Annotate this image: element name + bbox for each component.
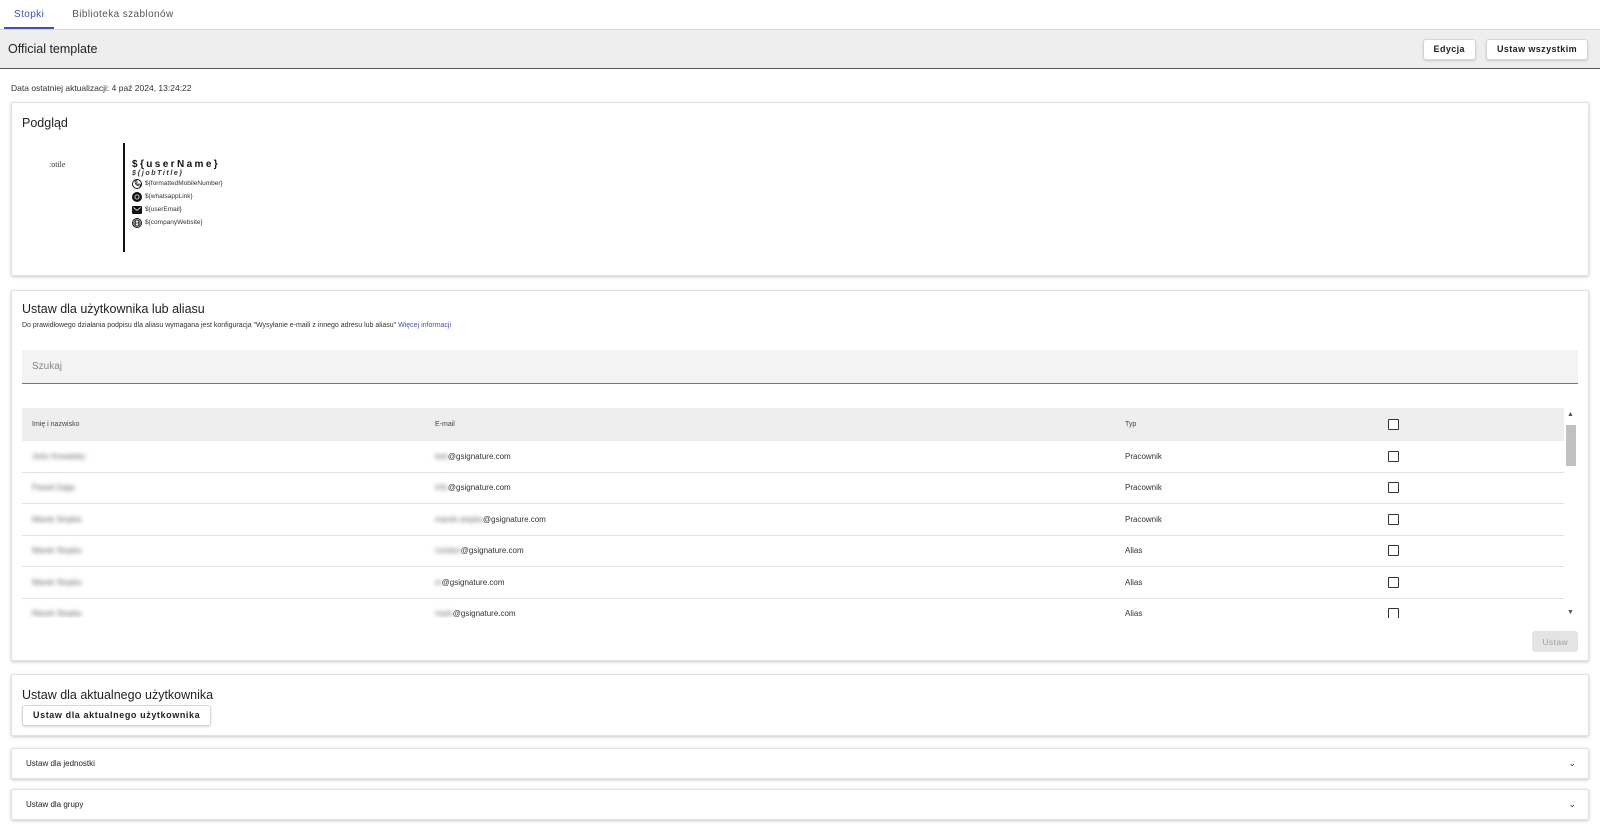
scroll-thumb[interactable] [1566,425,1576,466]
row-type: Alias [1125,609,1143,618]
alias-info-message: Do prawidłowego działania podpisu dla al… [22,322,397,329]
edit-button[interactable]: Edycja [1422,38,1476,60]
row-email-domain: @gsignature.com [447,483,511,493]
signature-name: ${userName} [132,159,221,170]
alias-info-text: Do prawidłowego działania podpisu dla al… [22,322,451,329]
signature-divider [123,143,125,252]
table-row: John Kowalsky test@gsignature.com Pracow… [22,441,1578,473]
select-all-checkbox[interactable] [1388,419,1399,430]
row-checkbox[interactable] [1388,513,1399,525]
row-email-domain: @gsignature.com [452,609,516,618]
set-all-button[interactable]: Ustaw wszystkim [1485,38,1588,60]
row-email-domain: @gsignature.com [447,451,511,461]
table-row: Marek Stopka m@gsignature.com Alias [22,567,1578,599]
row-type: Alias [1125,546,1143,556]
chevron-down-icon: ⌄ [1568,799,1576,809]
row-email-domain: @gsignature.com [483,514,546,524]
table-row: Marek Stopka contact@gsignature.com Alia… [22,536,1578,567]
set-current-user-button[interactable]: Ustaw dla aktualnego użytkownika [22,705,212,726]
row-email: marek.stopka@gsignature.com [435,515,1125,524]
row-email-local: m [435,577,442,587]
row-email: m@gsignature.com [435,578,1125,587]
preview-card: Podgląd ːotile ${userName} ${jobTitle} $… [11,102,1589,276]
row-name: Marek Stopka [32,514,82,524]
signature-phone-text: ${formattedMobileNumber} [145,180,223,187]
signature-job-title: ${jobTitle} [132,170,184,177]
signature-preview: ${userName} ${jobTitle} ${formattedMobil… [132,159,223,229]
column-header-email: E-mail [435,421,455,428]
scroll-down-arrow-icon[interactable]: ▼ [1567,609,1574,616]
tab-bar: Stopki Biblioteka szablonów [0,0,1600,29]
search-input[interactable] [22,350,1578,383]
whatsapp-icon [132,191,142,202]
row-name: Marek Stopka [32,546,82,556]
accordion-unit[interactable]: Ustaw dla jednostki ⌄ [11,748,1589,779]
last-updated-text: Data ostatniej aktualizacji: 4 paź 2024,… [11,83,192,93]
row-checkbox[interactable] [1388,545,1399,557]
row-email: contact@gsignature.com [435,546,1125,555]
signature-email-text: ${userEmail} [145,206,182,213]
tab-stopki[interactable]: Stopki [4,0,55,29]
row-type: Pracownik [1125,514,1162,524]
accordion-group[interactable]: Ustaw dla grupy ⌄ [11,789,1589,820]
row-name: Marek Stopka [32,609,82,618]
current-user-title: Ustaw dla aktualnego użytkownika [22,688,214,702]
row-type: Alias [1125,577,1143,587]
row-email-domain: @gsignature.com [441,577,505,587]
signature-whatsapp-text: ${whatsappLink} [145,193,193,200]
row-type: Pracownik [1125,483,1162,493]
row-checkbox[interactable] [1388,576,1399,588]
row-name: Marek Stopka [32,577,82,587]
accordion-group-label: Ustaw dla grupy [26,800,84,809]
search-field [22,350,1578,384]
phone-icon [132,178,142,189]
template-header: Official template Edycja Ustaw wszystkim [0,29,1600,69]
table-row: Marek Stopka mark@gsignature.com Alias [22,599,1578,618]
users-table: Imię i nazwisko E-mail Typ John Kowalsky… [22,408,1578,618]
row-name: John Kowalsky [32,451,86,461]
column-header-name: Imię i nazwisko [32,421,80,428]
signature-logo: ːotile [49,160,66,169]
row-type: Pracownik [1125,451,1162,461]
signature-whatsapp-line: ${whatsappLink} [132,190,223,203]
table-header: Imię i nazwisko E-mail Typ [22,408,1578,441]
table-scrollbar[interactable]: ▲ ▼ [1564,408,1578,618]
table-row: Paweł Zając info@gsignature.com Pracowni… [22,473,1578,504]
column-header-type: Typ [1125,421,1137,428]
accordion-unit-label: Ustaw dla jednostki [26,759,95,768]
row-email: test@gsignature.com [435,452,1125,461]
row-email-local: contact [435,546,461,556]
row-email-domain: @gsignature.com [460,546,524,556]
apply-button[interactable]: Ustaw [1532,631,1578,652]
row-checkbox[interactable] [1388,608,1399,618]
more-info-link[interactable]: Więcej informacji [398,322,451,329]
row-email: mark@gsignature.com [435,609,1125,618]
table-row: Marek Stopka marek.stopka@gsignature.com… [22,504,1578,536]
row-checkbox[interactable] [1388,482,1399,494]
signature-website-line: ${companyWebsite} [132,216,223,229]
signature-phone-line: ${formattedMobileNumber} [132,177,223,190]
page-title: Official template [8,42,98,56]
row-checkbox[interactable] [1388,450,1399,462]
mail-icon [132,205,142,214]
row-name: Paweł Zając [32,483,76,493]
tab-template-library[interactable]: Biblioteka szablonów [62,0,183,29]
globe-icon [132,217,142,228]
user-alias-card: Ustaw dla użytkownika lub aliasu Do praw… [11,290,1589,661]
row-email-local: mark [435,609,453,618]
signature-email-line: ${userEmail} [132,203,223,216]
chevron-down-icon: ⌄ [1568,758,1576,768]
row-email-local: info [435,483,448,493]
row-email-local: marek.stopka [435,514,484,524]
user-alias-title: Ustaw dla użytkownika lub aliasu [22,302,205,316]
row-email: info@gsignature.com [435,483,1125,492]
scroll-up-arrow-icon[interactable]: ▲ [1567,411,1574,418]
signature-website-text: ${companyWebsite} [145,219,203,226]
row-email-local: test [435,451,448,461]
preview-title: Podgląd [22,116,68,130]
current-user-card: Ustaw dla aktualnego użytkownika Ustaw d… [11,674,1589,736]
